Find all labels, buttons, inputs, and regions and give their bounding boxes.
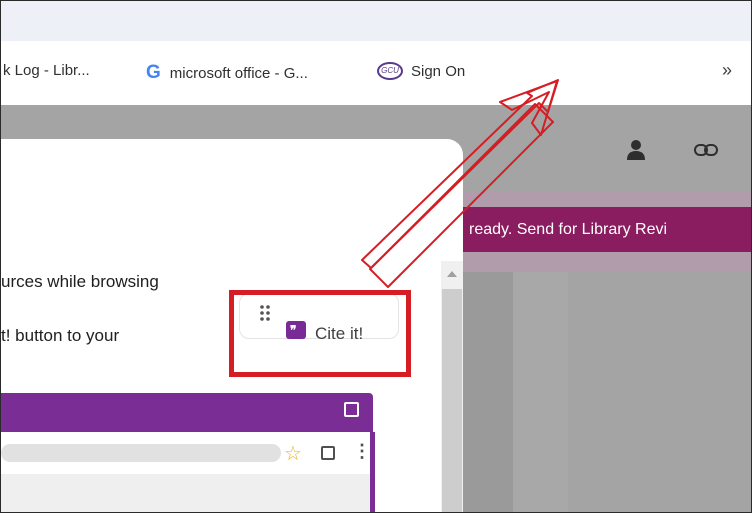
bookmark-item[interactable]: k Log - Libr... — [3, 62, 90, 79]
bookmarks-bar: k Log - Libr... G microsoft office - G..… — [1, 41, 751, 105]
scrollbar-thumb[interactable] — [442, 289, 462, 512]
browser-tab-strip — [1, 1, 751, 41]
highlight-box — [229, 290, 411, 377]
illustration-address-bar — [1, 444, 281, 462]
instruction-text-line1: urces while browsing — [1, 272, 159, 291]
background-stripe — [463, 272, 513, 512]
bookmark-item-microsoft-office[interactable]: G microsoft office - G... — [146, 62, 308, 84]
bookmark-label: microsoft office - G... — [169, 64, 308, 82]
bookmark-item-sign-on[interactable]: GCU Sign On — [377, 62, 465, 80]
gcu-icon: GCU — [377, 62, 403, 80]
scroll-up-arrow-icon[interactable] — [447, 271, 457, 277]
background-stripe — [513, 272, 568, 512]
illustration-browser-header — [1, 393, 373, 432]
maximize-icon — [344, 402, 359, 417]
library-review-banner[interactable]: ready. Send for Library Revi — [463, 207, 751, 252]
bookmark-label: Sign On — [411, 62, 466, 80]
google-icon: G — [146, 62, 161, 83]
more-menu-icon: ⋮ — [353, 441, 371, 461]
user-icon[interactable] — [626, 138, 646, 162]
bookmark-label: k Log - Libr... — [3, 62, 90, 79]
link-icon[interactable] — [694, 142, 718, 158]
bookmarks-overflow-button[interactable]: » — [722, 60, 732, 81]
illustration-browser-content — [1, 474, 375, 512]
screenshot-frame: k Log - Libr... G microsoft office - G..… — [0, 0, 752, 513]
copy-icon — [321, 446, 335, 460]
star-icon: ☆ — [284, 443, 302, 465]
instruction-text-line2: t! button to your — [1, 326, 120, 345]
